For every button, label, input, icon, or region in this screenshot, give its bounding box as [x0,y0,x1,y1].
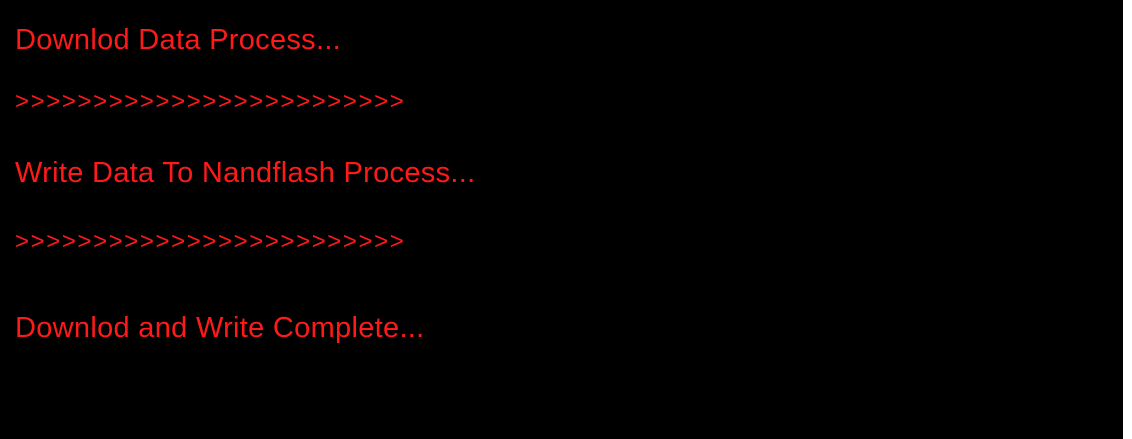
write-status-line: Write Data To Nandflash Process... [15,157,476,189]
download-status-line: Downlod Data Process... [15,24,342,56]
complete-status-line: Downlod and Write Complete... [15,312,425,344]
write-progress-arrows: >>>>>>>>>>>>>>>>>>>>>>>>> [15,228,406,255]
download-status-screen: Downlod Data Process... >>>>>>>>>>>>>>>>… [0,0,1123,439]
download-progress-arrows: >>>>>>>>>>>>>>>>>>>>>>>>> [15,88,406,115]
